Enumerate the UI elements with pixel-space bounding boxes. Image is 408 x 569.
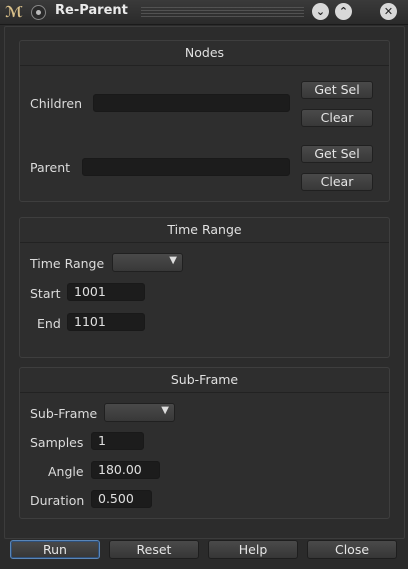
nodes-title: Nodes	[20, 45, 389, 66]
title-bar[interactable]: ℳ Re-Parent ⌄ ⌃ ✕	[0, 0, 408, 25]
pin-icon[interactable]	[31, 5, 46, 20]
start-label: Start	[30, 286, 61, 301]
sub-frame-label: Sub-Frame	[30, 406, 98, 421]
end-field[interactable]: 1101	[67, 313, 145, 331]
children-label: Children	[30, 96, 83, 111]
chevron-down-icon: ▼	[169, 255, 177, 266]
angle-label: Angle	[48, 464, 84, 479]
time-range-group: Time Range Time Range ▼ Start 1001 End 1…	[19, 217, 390, 358]
parent-field[interactable]	[82, 158, 290, 176]
samples-label: Samples	[30, 435, 84, 450]
close-button[interactable]: Close	[307, 540, 397, 559]
minimize-icon[interactable]: ⌄	[312, 3, 329, 20]
reset-button[interactable]: Reset	[109, 540, 199, 559]
app-logo-icon[interactable]: ℳ	[5, 3, 23, 21]
nodes-group: Nodes Children Get Sel Clear Parent Get …	[19, 40, 390, 202]
help-button[interactable]: Help	[208, 540, 298, 559]
title-grip[interactable]	[141, 7, 304, 17]
parent-get-sel-button[interactable]: Get Sel	[301, 145, 373, 163]
sub-frame-dropdown[interactable]: ▼	[104, 403, 175, 422]
close-icon[interactable]: ✕	[380, 3, 397, 20]
maximize-icon[interactable]: ⌃	[335, 3, 352, 20]
children-field[interactable]	[93, 94, 290, 112]
angle-field[interactable]: 180.00	[91, 461, 160, 479]
duration-field[interactable]: 0.500	[91, 490, 152, 508]
chevron-down-icon: ▼	[161, 405, 169, 416]
duration-label: Duration	[30, 493, 85, 508]
end-label: End	[37, 316, 61, 331]
time-range-dropdown[interactable]: ▼	[112, 253, 183, 272]
parent-label: Parent	[30, 160, 71, 175]
sub-frame-group: Sub-Frame Sub-Frame ▼ Samples 1 Angle 18…	[19, 367, 390, 519]
parent-clear-button[interactable]: Clear	[301, 173, 373, 191]
run-button[interactable]: Run	[10, 540, 100, 559]
start-field[interactable]: 1001	[67, 283, 145, 301]
window-title: Re-Parent	[55, 3, 128, 18]
time-range-title: Time Range	[20, 222, 389, 243]
children-get-sel-button[interactable]: Get Sel	[301, 81, 373, 99]
samples-field[interactable]: 1	[91, 432, 144, 450]
sub-frame-title: Sub-Frame	[20, 372, 389, 393]
time-range-label: Time Range	[30, 256, 105, 271]
children-clear-button[interactable]: Clear	[301, 109, 373, 127]
